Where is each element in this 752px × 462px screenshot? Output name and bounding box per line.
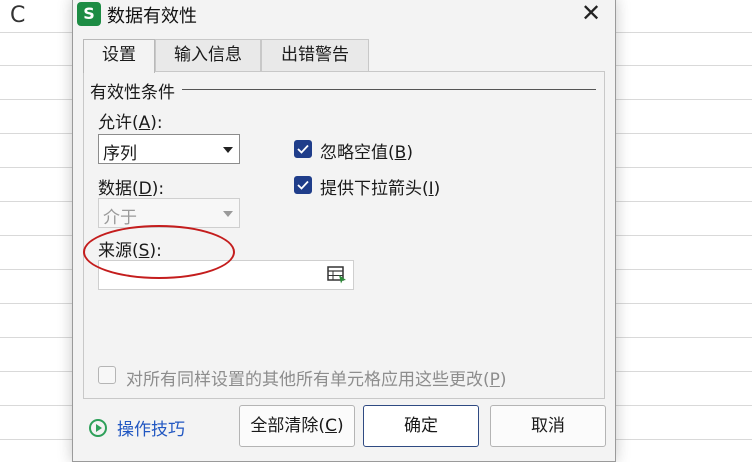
chevron-down-icon (223, 147, 233, 153)
close-icon: ✕ (580, 0, 602, 27)
cancel-button[interactable]: 取消 (490, 405, 606, 447)
data-label: 数据(D): (98, 179, 165, 199)
check-icon (297, 180, 309, 190)
allow-label: 允许(A): (98, 113, 163, 133)
apply-to-all-label: 对所有同样设置的其他所有单元格应用这些更改(P) (126, 370, 507, 390)
in-cell-dropdown-checkbox[interactable] (294, 176, 312, 194)
allow-select[interactable]: 序列 (98, 134, 240, 164)
allow-select-value: 序列 (103, 144, 137, 164)
data-select: 介于 (98, 198, 240, 228)
ok-button[interactable]: 确定 (363, 405, 479, 447)
tab-input-message[interactable]: 输入信息 (155, 39, 261, 71)
chevron-down-icon (223, 211, 233, 217)
close-button[interactable]: ✕ (573, 0, 609, 29)
play-circle-icon[interactable] (89, 419, 107, 437)
source-input[interactable] (98, 260, 354, 290)
tab-settings[interactable]: 设置 (83, 39, 155, 73)
dialog-title: 数据有效性 (107, 6, 197, 27)
ignore-blank-label[interactable]: 忽略空值(B) (320, 138, 413, 163)
dialog-titlebar[interactable]: S 数据有效性 ✕ (73, 0, 615, 33)
settings-panel: 有效性条件 允许(A): 序列 数据(D): 介于 忽略空值(B) 提供下拉箭头… (83, 71, 605, 399)
column-letter: C (10, 3, 26, 28)
group-divider (182, 89, 596, 90)
in-cell-dropdown-label[interactable]: 提供下拉箭头(I) (320, 174, 440, 199)
tips-link[interactable]: 操作技巧 (117, 415, 185, 440)
wps-spreadsheet-logo-icon: S (77, 2, 101, 26)
source-label: 来源(S): (98, 241, 162, 261)
validation-criteria-title: 有效性条件 (90, 83, 175, 103)
data-validation-dialog: S 数据有效性 ✕ 设置 输入信息 出错警告 有效性条件 允许(A): 序列 数… (72, 0, 616, 462)
data-select-value: 介于 (103, 208, 137, 228)
tab-error-alert[interactable]: 出错警告 (261, 39, 369, 71)
apply-to-all-checkbox (98, 366, 116, 384)
ignore-blank-checkbox[interactable] (294, 140, 312, 158)
check-icon (297, 144, 309, 154)
range-picker-icon[interactable] (327, 266, 347, 284)
clear-all-button[interactable]: 全部清除(C) (239, 405, 355, 447)
